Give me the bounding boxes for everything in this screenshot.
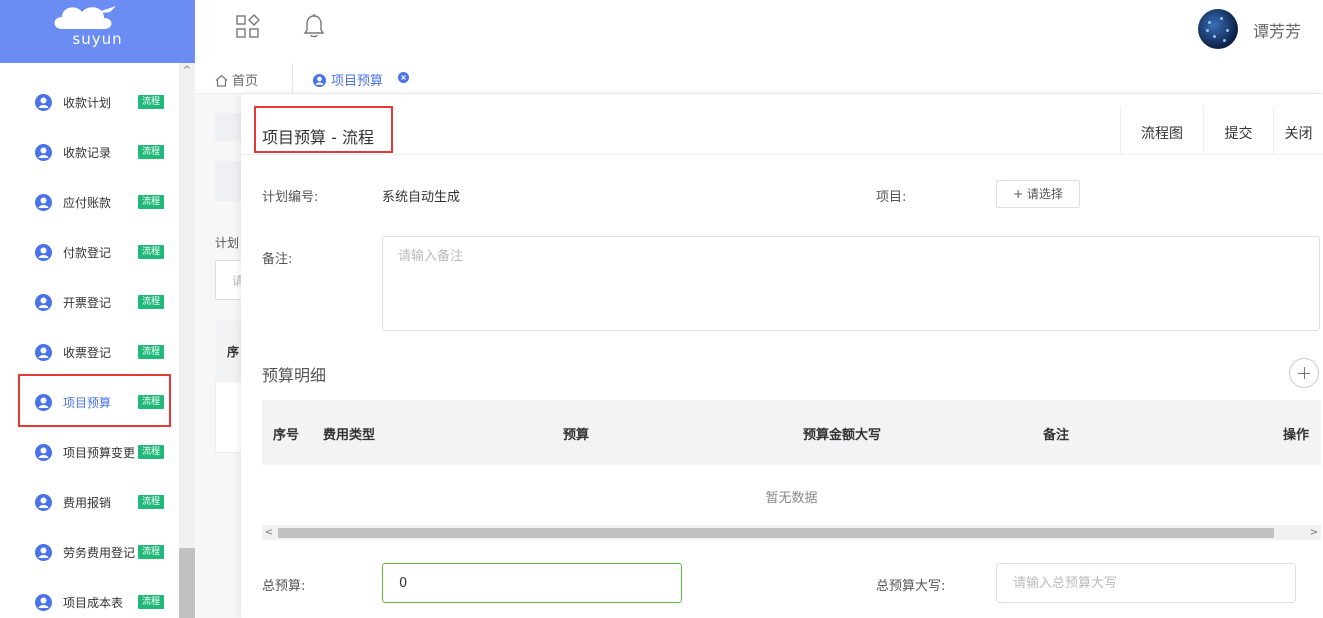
total-budget-input[interactable] xyxy=(382,563,682,603)
sidebar-item-labor-cost-register[interactable]: 劳务费用登记 流程 xyxy=(0,532,179,572)
flow-tag: 流程 xyxy=(138,295,164,309)
total-budget-upper-label: 总预算大写: xyxy=(876,579,946,594)
tab-divider xyxy=(292,63,293,93)
table-header-cell: 预算金额大写 xyxy=(803,428,882,443)
user-icon xyxy=(35,94,52,111)
close-icon[interactable] xyxy=(398,72,409,83)
flow-tag: 流程 xyxy=(138,595,164,609)
table-header-cell: 操作 xyxy=(1283,428,1310,443)
plan-no-label: 计划编号: xyxy=(262,190,319,205)
drawer-title: 项目预算 - 流程 xyxy=(262,128,374,147)
user-icon xyxy=(35,494,52,511)
remark-label: 备注: xyxy=(262,252,293,267)
sidebar-item-invoice-issue[interactable]: 开票登记 流程 xyxy=(0,282,179,322)
tab-project-budget[interactable]: 项目预算 xyxy=(313,70,383,89)
tab-bar: 首页 项目预算 xyxy=(195,63,1323,94)
table-hscroll-thumb[interactable] xyxy=(278,528,1274,538)
table-hscrollbar[interactable]: < > xyxy=(262,526,1321,540)
flow-tag: 流程 xyxy=(138,145,164,159)
bell-icon[interactable] xyxy=(303,13,325,39)
sidebar-item-label: 应付账款 xyxy=(63,196,112,210)
sidebar: 收款计划 流程 收款记录 流程 应付账款 流程 付款登记 流程 开票登记 流程 … xyxy=(0,63,179,618)
sidebar-item-accounts-payable[interactable]: 应付账款 流程 xyxy=(0,182,179,222)
scroll-left-icon[interactable]: < xyxy=(262,526,276,540)
user-icon xyxy=(35,244,52,261)
budget-detail-table: 序号 费用类型 预算 预算金额大写 备注 操作 暂无数据 < > xyxy=(262,400,1321,540)
flow-tag: 流程 xyxy=(138,495,164,509)
user-icon xyxy=(35,144,52,161)
sidebar-item-label: 收款记录 xyxy=(63,146,112,160)
project-select-button[interactable]: + 请选择 xyxy=(996,180,1080,208)
sidebar-item-label: 项目预算 xyxy=(63,396,112,410)
flow-tag: 流程 xyxy=(138,345,164,359)
sidebar-item-label: 劳务费用登记 xyxy=(63,546,136,560)
bg-label: 计划 xyxy=(215,236,240,250)
total-budget-label: 总预算: xyxy=(262,579,306,594)
sidebar-item-payment-register[interactable]: 付款登记 流程 xyxy=(0,232,179,272)
user-icon xyxy=(35,594,52,611)
table-empty-row: 暂无数据 xyxy=(262,465,1321,526)
sidebar-item-label: 开票登记 xyxy=(63,296,112,310)
sidebar-item-invoice-receive[interactable]: 收票登记 流程 xyxy=(0,332,179,372)
user-icon xyxy=(35,344,52,361)
cloud-logo-icon xyxy=(54,6,116,29)
apps-icon[interactable] xyxy=(235,14,261,40)
bg-table-col: 序 xyxy=(227,345,240,359)
app-logo: suyun xyxy=(0,0,195,63)
total-budget-upper-input[interactable] xyxy=(996,563,1296,603)
scroll-right-icon[interactable]: > xyxy=(1307,526,1321,540)
sidebar-item-label: 项目成本表 xyxy=(63,596,124,610)
add-row-button[interactable] xyxy=(1289,358,1319,388)
sidebar-item-label: 项目预算变更 xyxy=(63,446,136,460)
flow-chart-button[interactable]: 流程图 xyxy=(1120,106,1203,154)
sidebar-item-label: 收票登记 xyxy=(63,346,112,360)
tab-active-label: 项目预算 xyxy=(331,74,384,89)
sidebar-item-project-cost-sheet[interactable]: 项目成本表 流程 xyxy=(0,582,179,618)
sidebar-item-project-budget[interactable]: 项目预算 流程 xyxy=(0,382,179,422)
budget-detail-title: 预算明细 xyxy=(262,366,327,385)
table-header-cell: 序号 xyxy=(273,428,300,443)
user-icon xyxy=(35,194,52,211)
flow-tag: 流程 xyxy=(138,445,164,459)
top-bar: 谭芳芳 xyxy=(195,0,1323,64)
table-header: 序号 费用类型 预算 预算金额大写 备注 操作 xyxy=(262,400,1321,465)
user-icon xyxy=(35,294,52,311)
user-avatar[interactable] xyxy=(1198,9,1238,49)
user-icon xyxy=(35,394,52,411)
sidebar-item-label: 收款计划 xyxy=(63,96,112,110)
sidebar-item-expense-reimbursement[interactable]: 费用报销 流程 xyxy=(0,482,179,522)
table-header-cell: 预算 xyxy=(563,428,590,443)
submit-button[interactable]: 提交 xyxy=(1203,106,1273,154)
remark-textarea[interactable] xyxy=(382,236,1320,331)
budget-drawer: 项目预算 - 流程 流程图 提交 关闭 计划编号: 系统自动生成 项目: + 请… xyxy=(241,94,1323,618)
flow-tag: 流程 xyxy=(138,545,164,559)
flow-tag: 流程 xyxy=(138,395,164,409)
close-button[interactable]: 关闭 xyxy=(1273,106,1323,154)
sidebar-scrollbar-thumb[interactable] xyxy=(179,548,195,618)
table-empty-text: 暂无数据 xyxy=(765,491,818,506)
sidebar-item-project-budget-change[interactable]: 项目预算变更 流程 xyxy=(0,432,179,472)
flow-tag: 流程 xyxy=(138,195,164,209)
drawer-header: 项目预算 - 流程 流程图 提交 关闭 xyxy=(241,94,1323,155)
tab-home-label: 首页 xyxy=(232,74,259,89)
flow-tag: 流程 xyxy=(138,245,164,259)
logo-text: suyun xyxy=(72,30,123,48)
sidebar-item-label: 费用报销 xyxy=(63,496,112,510)
sidebar-item-collection-plan[interactable]: 收款计划 流程 xyxy=(0,82,179,122)
user-name[interactable]: 谭芳芳 xyxy=(1253,18,1301,42)
flow-tag: 流程 xyxy=(138,95,164,109)
tab-home[interactable]: 首页 xyxy=(215,70,258,89)
scroll-up-icon[interactable]: ^ xyxy=(179,63,195,79)
table-header-cell: 备注 xyxy=(1043,428,1070,443)
table-header-cell: 费用类型 xyxy=(323,428,376,443)
sidebar-item-label: 付款登记 xyxy=(63,246,112,260)
sidebar-scrollbar[interactable]: ^ xyxy=(179,63,195,618)
project-label: 项目: xyxy=(876,190,907,205)
user-icon xyxy=(35,444,52,461)
sidebar-item-collection-record[interactable]: 收款记录 流程 xyxy=(0,132,179,172)
user-icon xyxy=(313,74,326,87)
user-icon xyxy=(35,544,52,561)
plan-no-value: 系统自动生成 xyxy=(382,190,461,205)
home-icon xyxy=(215,74,228,87)
